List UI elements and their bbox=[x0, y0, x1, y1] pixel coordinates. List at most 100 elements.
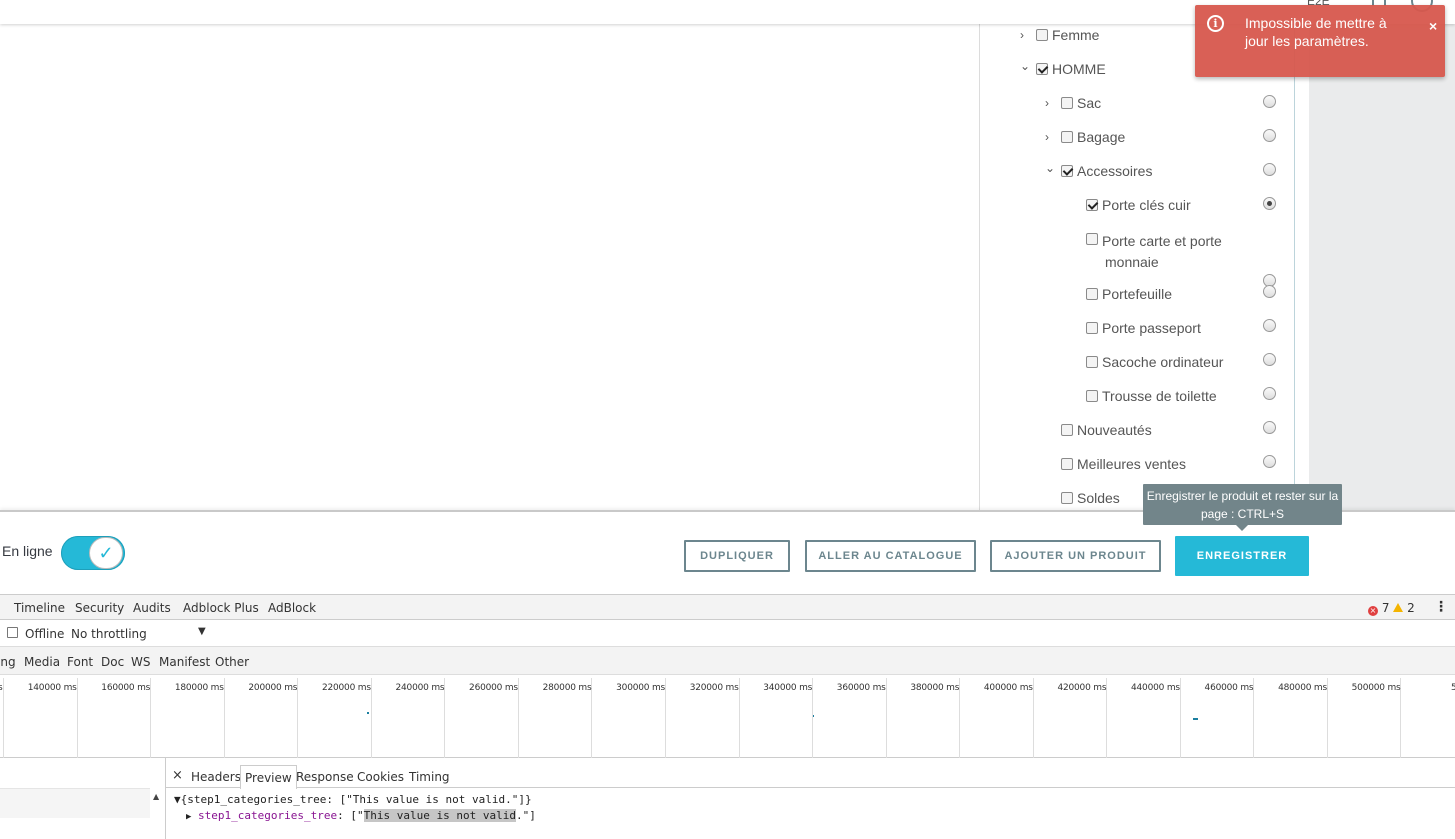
default-category-radio[interactable] bbox=[1263, 455, 1276, 468]
category-checkbox[interactable] bbox=[1036, 63, 1048, 75]
tab-audits[interactable]: Audits bbox=[133, 601, 171, 615]
default-category-radio[interactable] bbox=[1263, 285, 1276, 298]
tree-item-femme[interactable]: › Femme bbox=[1020, 27, 1099, 47]
default-category-radio[interactable] bbox=[1263, 387, 1276, 400]
default-category-radio[interactable] bbox=[1263, 129, 1276, 142]
tree-item-homme[interactable]: ⌄ HOMME bbox=[1020, 58, 1106, 81]
tab-adblock[interactable]: AdBlock bbox=[268, 601, 316, 615]
tree-item-sacoche-ordinateur[interactable]: Sacoche ordinateur bbox=[1086, 354, 1223, 374]
chevron-down-icon[interactable]: ⌄ bbox=[1020, 58, 1032, 74]
tree-item-nouveautes[interactable]: Nouveautés bbox=[1061, 422, 1152, 442]
default-category-radio[interactable] bbox=[1263, 197, 1276, 210]
filter-ws[interactable]: WS bbox=[131, 655, 150, 669]
error-count: 7 bbox=[1381, 601, 1390, 615]
offline-checkbox[interactable] bbox=[7, 627, 18, 638]
scroll-up-icon[interactable]: ▲ bbox=[153, 792, 159, 801]
request-row[interactable] bbox=[0, 788, 150, 818]
timeline-tick-label: 140000 ms bbox=[27, 683, 77, 693]
category-checkbox[interactable] bbox=[1086, 356, 1098, 368]
right-column-background bbox=[1309, 24, 1455, 510]
timeline-tick-label: 220000 ms bbox=[321, 683, 371, 693]
default-category-radio[interactable] bbox=[1263, 95, 1276, 108]
network-timeline-overview[interactable]: s 140000 ms 160000 ms 180000 ms 200000 ms 220… bbox=[0, 675, 1455, 758]
category-checkbox[interactable] bbox=[1061, 424, 1073, 436]
tab-adblock-plus[interactable]: Adblock Plus bbox=[183, 601, 259, 615]
tab-security[interactable]: Security bbox=[75, 601, 124, 615]
category-checkbox[interactable] bbox=[1086, 233, 1098, 245]
tree-item-meilleures-ventes[interactable]: Meilleures ventes bbox=[1061, 456, 1186, 476]
category-checkbox[interactable] bbox=[1086, 288, 1098, 300]
chevron-right-icon[interactable]: › bbox=[1020, 27, 1032, 43]
filter-doc[interactable]: Doc bbox=[101, 655, 124, 669]
tree-item-label: Portefeuille bbox=[1102, 286, 1173, 302]
more-menu-icon[interactable]: ⋮ bbox=[1434, 599, 1448, 615]
timeline-tick-label: s bbox=[0, 683, 3, 693]
go-to-catalog-button[interactable]: ALLER AU CATALOGUE bbox=[805, 540, 976, 572]
error-warning-counter[interactable]: × 7 2 bbox=[1368, 601, 1415, 616]
tree-item-porte-carte[interactable]: Porte carte et porte monnaie bbox=[1086, 231, 1222, 271]
category-checkbox[interactable] bbox=[1061, 165, 1073, 177]
tab-headers[interactable]: Headers bbox=[191, 770, 241, 784]
category-checkbox[interactable] bbox=[1086, 199, 1098, 211]
filter-media[interactable]: Media bbox=[24, 655, 60, 669]
timeline-tick-label: 52000 bbox=[1451, 683, 1455, 693]
timeline-gridline bbox=[959, 678, 961, 758]
category-checkbox[interactable] bbox=[1036, 29, 1048, 41]
tree-item-porte-passeport[interactable]: Porte passeport bbox=[1086, 320, 1201, 340]
tree-item-label: Trousse de toilette bbox=[1102, 388, 1217, 404]
category-checkbox[interactable] bbox=[1061, 458, 1073, 470]
expand-right-icon[interactable]: ▶ bbox=[186, 812, 191, 822]
filter-other[interactable]: Other bbox=[215, 655, 249, 669]
tree-item-label: Meilleures ventes bbox=[1077, 456, 1186, 472]
timeline-blip bbox=[367, 712, 369, 714]
expand-down-icon[interactable]: ▼ bbox=[174, 793, 181, 806]
timeline-gridline bbox=[297, 678, 299, 758]
devtools-panel: Timeline Security Audits Adblock Plus Ad… bbox=[0, 594, 1455, 839]
timeline-tick-label: 300000 ms bbox=[616, 683, 666, 693]
toast-close-icon[interactable]: × bbox=[1429, 18, 1437, 34]
default-category-radio[interactable] bbox=[1263, 319, 1276, 332]
tab-response[interactable]: Response bbox=[296, 770, 354, 784]
chevron-down-icon[interactable]: ⌄ bbox=[1045, 160, 1057, 176]
category-checkbox[interactable] bbox=[1061, 492, 1073, 504]
tree-item-porte-cles-cuir[interactable]: Porte clés cuir bbox=[1086, 197, 1191, 217]
filter-font[interactable]: Font bbox=[67, 655, 93, 669]
category-checkbox[interactable] bbox=[1086, 322, 1098, 334]
request-list[interactable]: ▲ bbox=[0, 758, 166, 839]
tab-timing[interactable]: Timing bbox=[409, 770, 450, 784]
tab-cookies[interactable]: Cookies bbox=[357, 770, 404, 784]
tree-item-accessoires[interactable]: ⌄ Accessoires bbox=[1045, 160, 1152, 183]
check-icon: ✓ bbox=[89, 537, 123, 569]
filter-img[interactable]: ing bbox=[0, 655, 16, 669]
category-checkbox[interactable] bbox=[1061, 131, 1073, 143]
category-checkbox[interactable] bbox=[1086, 390, 1098, 402]
toast-message: Impossible de mettre à jour les paramètr… bbox=[1245, 15, 1387, 49]
close-detail-icon[interactable]: × bbox=[172, 768, 183, 783]
duplicate-button[interactable]: DUPLIQUER bbox=[684, 540, 790, 572]
save-button[interactable]: ENREGISTRER bbox=[1175, 536, 1309, 576]
tree-item-portefeuille[interactable]: Portefeuille bbox=[1086, 286, 1172, 306]
json-child-line[interactable]: ▶ step1_categories_tree: ["This value is… bbox=[186, 809, 536, 822]
default-category-radio[interactable] bbox=[1263, 421, 1276, 434]
json-root-line[interactable]: ▼{step1_categories_tree: ["This value is… bbox=[174, 793, 532, 806]
tree-item-bagage[interactable]: › Bagage bbox=[1045, 129, 1125, 149]
timeline-tick-label: 420000 ms bbox=[1057, 683, 1107, 693]
default-category-radio[interactable] bbox=[1263, 353, 1276, 366]
dropdown-arrow-icon[interactable]: ▼ bbox=[198, 626, 206, 637]
tab-preview[interactable]: Preview bbox=[240, 765, 297, 789]
chevron-right-icon[interactable]: › bbox=[1045, 129, 1057, 145]
throttling-select[interactable]: No throttling bbox=[71, 627, 147, 641]
chevron-right-icon[interactable]: › bbox=[1045, 95, 1057, 111]
filter-manifest[interactable]: Manifest bbox=[159, 655, 210, 669]
save-shortcut-tooltip: Enregistrer le produit et rester sur la … bbox=[1143, 484, 1342, 531]
tree-item-sac[interactable]: › Sac bbox=[1045, 95, 1101, 115]
default-category-radio[interactable] bbox=[1263, 163, 1276, 176]
timeline-gridline bbox=[812, 678, 814, 758]
category-checkbox[interactable] bbox=[1061, 97, 1073, 109]
tab-timeline[interactable]: Timeline bbox=[14, 601, 65, 615]
tree-item-trousse-de-toilette[interactable]: Trousse de toilette bbox=[1086, 388, 1217, 408]
add-product-button[interactable]: AJOUTER UN PRODUIT bbox=[990, 540, 1161, 572]
online-toggle[interactable]: ✓ bbox=[61, 536, 125, 570]
tree-item-label: Porte carte et porte monnaie bbox=[1102, 231, 1222, 273]
tree-item-soldes[interactable]: Soldes bbox=[1061, 490, 1120, 510]
